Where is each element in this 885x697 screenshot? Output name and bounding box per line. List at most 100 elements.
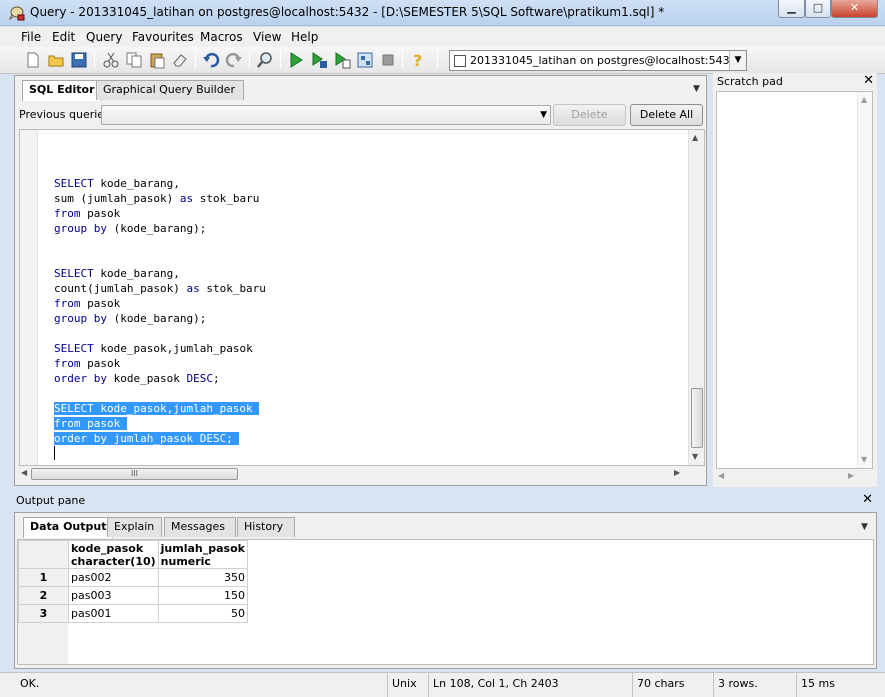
close-window-button[interactable]: ✕	[831, 0, 878, 18]
code-line[interactable]	[54, 326, 266, 341]
chevron-down-icon[interactable]: ▼	[729, 51, 746, 70]
tab-explain[interactable]: Explain	[107, 517, 162, 537]
scroll-left-icon[interactable]: ◀	[21, 468, 27, 477]
new-file-icon[interactable]	[24, 51, 42, 69]
cell-kode-pasok[interactable]: pas002	[68, 568, 159, 587]
undo-icon[interactable]	[202, 51, 220, 69]
code-line[interactable]: from pasok	[54, 296, 266, 311]
column-header-jumlah-pasok[interactable]: jumlah_pasok numeric	[157, 540, 248, 569]
previous-queries-select[interactable]: ▼	[101, 105, 551, 125]
code-line[interactable]: order by jumlah_pasok DESC;	[54, 431, 266, 446]
data-output-grid[interactable]: kode_pasok character(10) jumlah_pasok nu…	[17, 539, 874, 665]
close-scratch-pad-icon[interactable]: ✕	[863, 73, 874, 88]
sql-keyword: as	[186, 282, 200, 295]
delete-button[interactable]: Delete	[553, 104, 626, 126]
code-line[interactable]: SELECT kode_pasok,jumlah_pasok	[54, 401, 266, 416]
delete-all-button[interactable]: Delete All	[630, 104, 703, 126]
toolbar-separator	[437, 51, 438, 69]
menu-macros[interactable]: Macros	[200, 30, 243, 44]
scratch-pad-textarea[interactable]: ▲ ▼	[716, 91, 873, 469]
menu-help[interactable]: Help	[291, 30, 318, 44]
table-row[interactable]: 1 pas002 350	[18, 568, 248, 587]
status-line-ending: Unix	[387, 673, 427, 697]
row-number[interactable]: 2	[18, 586, 69, 605]
code-line[interactable]: order by kode_pasok DESC;	[54, 371, 266, 386]
code-line[interactable]: from pasok	[54, 416, 266, 431]
connection-checkbox[interactable]	[454, 55, 466, 67]
editor-horizontal-scrollbar[interactable]: ◀ III ▶	[19, 466, 684, 482]
tab-sql-editor[interactable]: SQL Editor	[22, 80, 102, 101]
scroll-up-icon[interactable]: ▲	[692, 133, 698, 142]
code-line[interactable]: group by (kode_barang);	[54, 221, 266, 236]
cell-kode-pasok[interactable]: pas001	[68, 604, 159, 623]
scrollbar-thumb[interactable]	[691, 388, 703, 448]
menu-favourites[interactable]: Favourites	[132, 30, 194, 44]
menu-edit[interactable]: Edit	[52, 30, 75, 44]
copy-icon[interactable]	[125, 51, 143, 69]
scratch-vertical-scrollbar[interactable]: ▲ ▼	[857, 92, 872, 468]
scroll-right-icon[interactable]: ▶	[674, 468, 680, 477]
clear-icon[interactable]	[171, 51, 189, 69]
open-icon[interactable]	[47, 51, 65, 69]
cell-jumlah-pasok[interactable]: 50	[157, 604, 248, 623]
close-output-pane-icon[interactable]: ✕	[862, 492, 873, 507]
editor-vertical-scrollbar[interactable]: ▲ ▼	[688, 130, 704, 465]
maximize-button[interactable]: □	[805, 0, 831, 18]
code-line[interactable]	[54, 386, 266, 401]
tab-list-dropdown-icon[interactable]: ▼	[861, 522, 868, 532]
connection-select[interactable]: 201331045_latihan on postgres@localhost:…	[449, 50, 747, 71]
sql-code[interactable]: SELECT kode_barang, sum (jumlah_pasok) as…	[54, 176, 266, 446]
execute-icon[interactable]	[287, 51, 305, 69]
cancel-icon[interactable]	[379, 51, 397, 69]
row-number[interactable]: 1	[18, 568, 69, 587]
code-line[interactable]: from pasok	[54, 356, 266, 371]
code-text: count(jumlah_pasok) as stok_baru	[54, 282, 266, 295]
save-icon[interactable]	[70, 51, 88, 69]
sql-code-editor[interactable]: SELECT kode_barang, sum (jumlah_pasok) as…	[19, 129, 705, 466]
code-line[interactable]	[54, 251, 266, 266]
code-line[interactable]	[54, 236, 266, 251]
sql-keyword: order by	[54, 372, 107, 385]
menu-view[interactable]: View	[253, 30, 281, 44]
scroll-up-icon[interactable]: ▲	[861, 95, 867, 104]
cell-jumlah-pasok[interactable]: 150	[157, 586, 248, 605]
table-row[interactable]: 3 pas001 50	[18, 604, 248, 623]
redo-icon[interactable]	[225, 51, 243, 69]
cell-kode-pasok[interactable]: pas003	[68, 586, 159, 605]
tab-history[interactable]: History	[237, 517, 295, 537]
menu-file[interactable]: File	[21, 30, 41, 44]
code-line[interactable]: from pasok	[54, 206, 266, 221]
find-icon[interactable]	[256, 51, 274, 69]
tab-messages[interactable]: Messages	[164, 517, 236, 537]
output-pane-label: Output pane	[16, 494, 86, 507]
grid-corner[interactable]	[18, 540, 69, 569]
tab-data-output[interactable]: Data Output	[23, 517, 114, 538]
help-icon[interactable]: ?	[409, 51, 427, 69]
explain-icon[interactable]	[356, 51, 374, 69]
scroll-down-icon[interactable]: ▼	[692, 452, 698, 461]
scroll-down-icon[interactable]: ▼	[861, 455, 867, 464]
code-line[interactable]: SELECT kode_pasok,jumlah_pasok	[54, 341, 266, 356]
column-header-kode-pasok[interactable]: kode_pasok character(10)	[68, 540, 159, 569]
menu-query[interactable]: Query	[86, 30, 122, 44]
paste-icon[interactable]	[148, 51, 166, 69]
cell-jumlah-pasok[interactable]: 350	[157, 568, 248, 587]
code-line[interactable]: sum (jumlah_pasok) as stok_baru	[54, 191, 266, 206]
tab-graphical-query-builder[interactable]: Graphical Query Builder	[96, 80, 244, 100]
minimize-button[interactable]: ▁	[778, 0, 805, 18]
cut-icon[interactable]	[102, 51, 120, 69]
scrollbar-thumb[interactable]: III	[31, 468, 238, 480]
scroll-right-icon[interactable]: ▶	[848, 471, 854, 480]
row-number[interactable]: 3	[18, 604, 69, 623]
execute-pgscript-icon[interactable]	[310, 51, 328, 69]
sql-keyword: SELECT	[54, 342, 94, 355]
code-line[interactable]: count(jumlah_pasok) as stok_baru	[54, 281, 266, 296]
execute-to-file-icon[interactable]	[333, 51, 351, 69]
code-line[interactable]: group by (kode_barang);	[54, 311, 266, 326]
scratch-horizontal-scrollbar[interactable]: ◀ ▶	[716, 469, 873, 484]
tab-list-dropdown-icon[interactable]: ▼	[693, 84, 700, 94]
scroll-left-icon[interactable]: ◀	[718, 471, 724, 480]
code-line[interactable]: SELECT kode_barang,	[54, 176, 266, 191]
code-line[interactable]: SELECT kode_barang,	[54, 266, 266, 281]
table-row[interactable]: 2 pas003 150	[18, 586, 248, 605]
